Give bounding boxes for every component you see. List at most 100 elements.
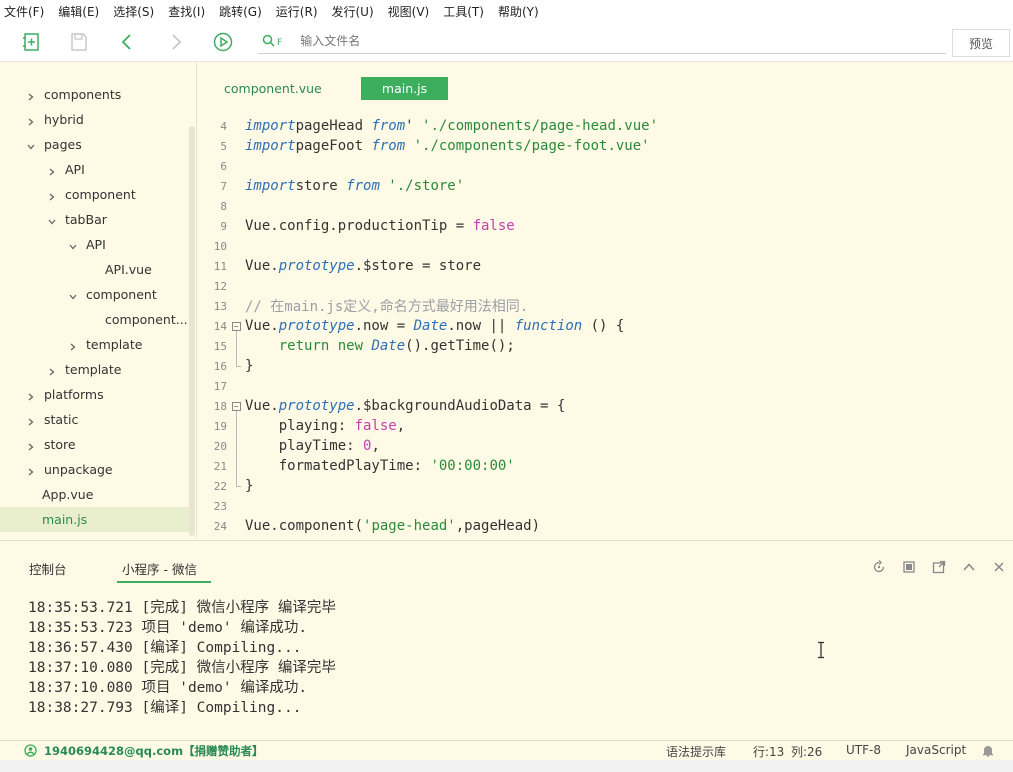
save-icon[interactable] (66, 29, 92, 55)
chevron-right-icon[interactable] (68, 340, 78, 350)
fold-guide-end (236, 366, 241, 367)
line-number: 24 (213, 519, 227, 533)
menu-item-1[interactable]: 编辑(E) (58, 3, 99, 20)
tree-item[interactable]: platforms (0, 382, 190, 407)
file-encoding[interactable]: UTF-8 (846, 743, 881, 757)
chevron-right-icon[interactable] (47, 365, 57, 375)
menu-item-9[interactable]: 帮助(Y) (498, 3, 539, 20)
account-label[interactable]: 1940694428@qq.com【捐赠赞助者】 (44, 743, 264, 759)
new-file-icon[interactable] (19, 29, 45, 55)
tab-main-js[interactable]: main.js (361, 77, 448, 100)
tab-console[interactable]: 控制台 (29, 559, 67, 578)
line-number: 16 (213, 359, 227, 373)
cursor-row[interactable]: 行:13 (753, 743, 784, 760)
chevron-right-icon[interactable] (26, 440, 36, 450)
menu-item-7[interactable]: 视图(V) (388, 3, 430, 20)
chevron-right-icon[interactable] (26, 465, 36, 475)
tree-item[interactable]: API (0, 157, 190, 182)
cursor-col[interactable]: 列:26 (791, 743, 822, 760)
search-input[interactable] (298, 32, 899, 49)
chevron-right-icon[interactable] (26, 390, 36, 400)
tree-item[interactable]: main.js (0, 507, 190, 532)
menu-item-5[interactable]: 运行(R) (276, 3, 318, 20)
line-number: 14 (213, 319, 227, 333)
tree-item[interactable]: API (0, 232, 190, 257)
hint-library[interactable]: 语法提示库 (666, 743, 726, 760)
console-log-line: 18:36:57.430 [编译] Compiling... (28, 640, 302, 656)
bell-icon[interactable] (982, 744, 994, 760)
menu-item-4[interactable]: 跳转(G) (219, 3, 262, 20)
chevron-down-icon[interactable] (47, 215, 57, 225)
code-text: Vue.prototype.$store = store (245, 258, 482, 274)
code-line: 15 return new Date().getTime(); (198, 336, 1013, 356)
sidebar-scrollbar[interactable] (189, 126, 195, 536)
tree-item[interactable]: store (0, 432, 190, 457)
tree-item-label: tabBar (65, 212, 107, 227)
code-line: 13 // 在main.js定义,命名方式最好用法相同. (198, 296, 1013, 316)
fold-toggle-icon[interactable]: − (231, 321, 241, 331)
preview-button[interactable]: 预览 (952, 29, 1010, 57)
tree-item[interactable]: API.vue (0, 257, 190, 282)
code-line: 19 playing: false, (198, 416, 1013, 436)
code-text: } (245, 478, 254, 494)
line-number: 9 (220, 219, 227, 233)
chevron-up-icon[interactable] (961, 559, 977, 575)
tree-item[interactable]: template (0, 332, 190, 357)
tree-item[interactable]: component.... (0, 307, 192, 332)
back-icon[interactable] (114, 29, 140, 55)
code-editor[interactable]: 4 importpageHead from' './components/page… (198, 116, 1013, 540)
account-icon[interactable] (24, 744, 37, 760)
fold-toggle-icon[interactable]: − (231, 401, 241, 411)
chevron-right-icon[interactable] (26, 415, 36, 425)
code-line: 11 Vue.prototype.$store = store (198, 256, 1013, 276)
tree-item[interactable]: pages (0, 132, 190, 157)
code-line: 4 importpageHead from' './components/page… (198, 116, 1013, 136)
status-bar: 1940694428@qq.com【捐赠赞助者】 语法提示库 行:13 列:26… (0, 740, 1013, 760)
code-line: 20 playTime: 0, (198, 436, 1013, 456)
chevron-right-icon[interactable] (26, 90, 36, 100)
menu-item-2[interactable]: 选择(S) (113, 3, 154, 20)
close-icon[interactable] (991, 559, 1007, 575)
stop-icon[interactable] (901, 559, 917, 575)
line-number: 15 (213, 339, 227, 353)
tree-item[interactable]: template (0, 357, 190, 382)
tab-wechat-miniprogram[interactable]: 小程序 - 微信 (117, 559, 211, 583)
chevron-right-icon[interactable] (47, 190, 57, 200)
menu-item-0[interactable]: 文件(F) (4, 3, 44, 20)
forward-icon[interactable] (163, 29, 189, 55)
restart-icon[interactable] (871, 559, 887, 575)
tab-component-vue[interactable]: component.vue (224, 77, 322, 100)
tree-item[interactable]: unpackage (0, 457, 190, 482)
chevron-right-icon[interactable] (47, 165, 57, 175)
run-icon[interactable] (210, 29, 236, 55)
open-external-icon[interactable] (931, 559, 947, 575)
code-text: } (245, 358, 254, 374)
tree-item[interactable]: component (0, 282, 190, 307)
menu-item-6[interactable]: 发行(U) (332, 3, 374, 20)
tree-item[interactable]: App.vue (0, 482, 190, 507)
menu-item-8[interactable]: 工具(T) (443, 3, 484, 20)
tree-item[interactable]: component (0, 182, 190, 207)
code-line: 5 importpageFoot from './components/page-… (198, 136, 1013, 156)
tree-item-label: component (86, 287, 157, 302)
code-text: formatedPlayTime: '00:00:00' (245, 458, 515, 474)
chevron-down-icon[interactable] (68, 240, 78, 250)
code-text: importstore from './store' (245, 178, 465, 194)
tree-item[interactable]: static (0, 407, 190, 432)
tree-item[interactable]: components (0, 82, 190, 107)
chevron-down-icon[interactable] (68, 290, 78, 300)
line-number: 11 (213, 259, 227, 273)
toolbar: F 预览 (0, 22, 1013, 62)
code-text: playTime: 0, (245, 438, 380, 454)
code-line: 7 importstore from './store' (198, 176, 1013, 196)
tree-item[interactable]: tabBar (0, 207, 190, 232)
chevron-right-icon[interactable] (26, 115, 36, 125)
tree-item-label: template (65, 362, 122, 377)
menu-item-3[interactable]: 查找(I) (168, 3, 205, 20)
tree-item-label: hybrid (44, 112, 84, 127)
language-mode[interactable]: JavaScript (906, 743, 966, 757)
code-text: importpageFoot from './components/page-f… (245, 138, 650, 154)
code-line: 8 (198, 196, 1013, 216)
tree-item[interactable]: hybrid (0, 107, 190, 132)
chevron-down-icon[interactable] (26, 140, 36, 150)
